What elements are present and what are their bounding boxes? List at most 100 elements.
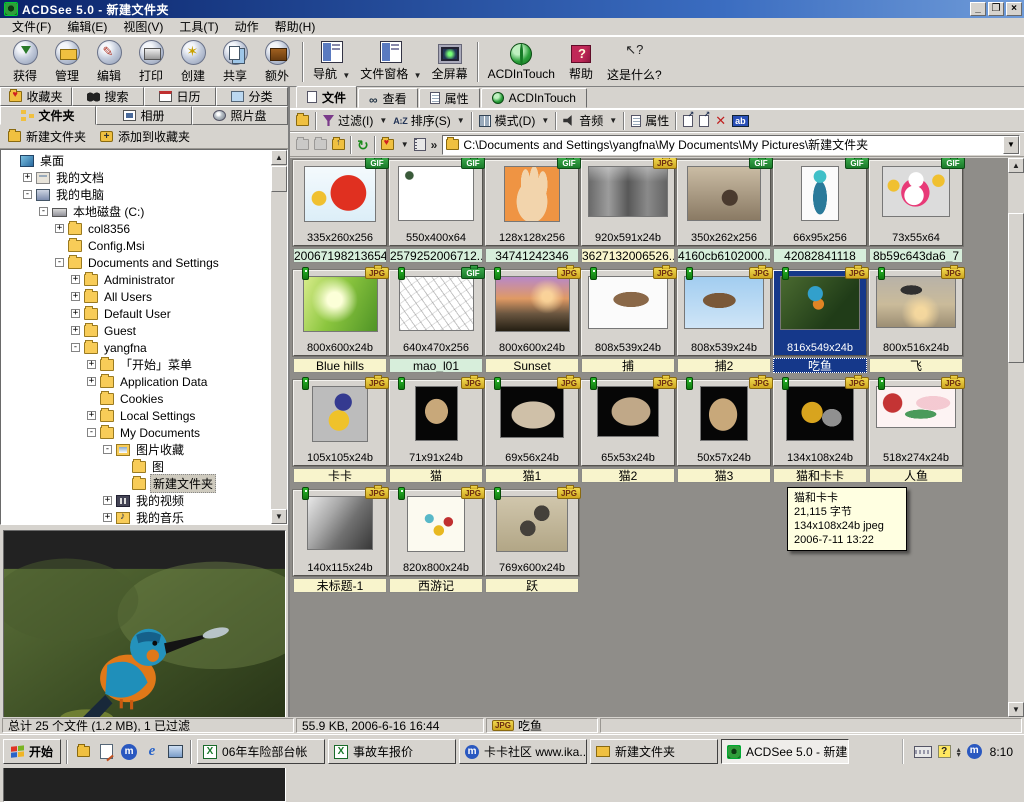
- thumbnail-yue[interactable]: JPG 769x600x24b 跃: [485, 490, 579, 593]
- maxthon-tray-icon[interactable]: m: [967, 744, 982, 759]
- thumbnail-42082841118[interactable]: GIF 66x95x256 42082841118: [773, 160, 867, 263]
- help-tray-icon[interactable]: ?: [938, 745, 951, 758]
- manage-button[interactable]: 管理: [46, 39, 88, 85]
- whats-this-button[interactable]: ↖? 这是什么?: [602, 39, 667, 85]
- thumbnail-image[interactable]: [597, 386, 659, 437]
- tree-scrollbar[interactable]: ▲ ▼: [271, 150, 287, 524]
- share-button[interactable]: 共享: [214, 39, 256, 85]
- thumbnail-image[interactable]: [882, 166, 950, 217]
- tab-search[interactable]: 搜索: [72, 87, 144, 106]
- thumbnail-image[interactable]: [700, 386, 748, 441]
- thumbnail-image[interactable]: [504, 166, 560, 222]
- restore-button[interactable]: ❐: [988, 2, 1004, 16]
- audio-button[interactable]: 音频 ▼: [563, 112, 617, 129]
- scroll-down-icon[interactable]: ▼: [271, 509, 287, 524]
- chevron-down-icon[interactable]: ▼: [414, 71, 422, 80]
- address-bar[interactable]: C:\Documents and Settings\yangfna\My Doc…: [442, 135, 1020, 155]
- tree-item-my-music[interactable]: +我的音乐: [1, 509, 287, 525]
- thumbnail-image[interactable]: [304, 166, 376, 222]
- fullscreen-button[interactable]: 全屏幕: [427, 39, 473, 85]
- thumbnail-image[interactable]: [687, 166, 761, 221]
- thumbnail-blue-hills[interactable]: JPG 800x600x24b Blue hills: [293, 270, 387, 373]
- tree-item-new-folder[interactable]: 新建文件夹: [1, 475, 287, 492]
- thumbnail-4160cb6102000[interactable]: GIF 350x262x256 4160cb6102000...: [677, 160, 771, 263]
- thumbnail-mao[interactable]: JPG 71x91x24b 猫: [389, 380, 483, 483]
- tree-item-local-disk-c[interactable]: -本地磁盘 (C:): [1, 203, 287, 220]
- thumbnail-image[interactable]: [407, 496, 465, 552]
- copy-to-button[interactable]: [683, 115, 693, 127]
- filter-button[interactable]: 过滤(I) ▼: [323, 112, 387, 129]
- thumbnail-mao1[interactable]: JPG 69x56x24b 猫1: [485, 380, 579, 483]
- thumbnail-image[interactable]: [876, 386, 956, 428]
- scroll-down-icon[interactable]: ▼: [1008, 702, 1024, 717]
- scrollbar-thumb[interactable]: [1008, 213, 1024, 363]
- tree-item-my-computer[interactable]: -我的电脑: [1, 186, 287, 203]
- thumbnail-mao3[interactable]: JPG 50x57x24b 猫3: [677, 380, 771, 483]
- thumbnail-untitled-1[interactable]: JPG 140x115x24b 未标题-1: [293, 490, 387, 593]
- rename-button[interactable]: ab: [732, 115, 749, 127]
- tab-view[interactable]: ∞ 查看: [358, 88, 418, 108]
- chevron-down-icon[interactable]: ▼: [401, 140, 409, 149]
- up-button[interactable]: [332, 139, 345, 150]
- thumbnail-2579252006712[interactable]: GIF 550x400x64 2579252006712...: [389, 160, 483, 263]
- overflow-chevron-icon[interactable]: »: [431, 138, 438, 152]
- thumbnail-image[interactable]: [588, 166, 668, 217]
- tree-item-my-documents-cn[interactable]: +我的文档: [1, 169, 287, 186]
- delete-button[interactable]: ✕: [715, 113, 726, 129]
- tree-item-config-msi[interactable]: Config.Msi: [1, 237, 287, 254]
- thumbnail-image[interactable]: [588, 276, 668, 329]
- tree-item-start-menu[interactable]: +「开始」菜单: [1, 356, 287, 373]
- thumbnail-fei[interactable]: JPG 800x516x24b 飞: [869, 270, 963, 373]
- menu-tools[interactable]: 工具(T): [171, 17, 226, 36]
- folder-up-button[interactable]: [296, 115, 309, 126]
- thumbnail-kaka[interactable]: JPG 105x105x24b 卡卡: [293, 380, 387, 483]
- tab-folders[interactable]: 文件夹: [0, 106, 96, 125]
- navigation-pane-button[interactable]: 导航 ▼: [308, 39, 355, 85]
- tree-item-pictures[interactable]: -图片收藏: [1, 441, 287, 458]
- thumbnail-image[interactable]: [399, 276, 474, 331]
- acquire-button[interactable]: 获得: [4, 39, 46, 85]
- thumbnail-image[interactable]: [496, 496, 568, 552]
- tree-item-my-documents[interactable]: -My Documents: [1, 424, 287, 441]
- updown-arrows-icon[interactable]: ▴▾: [957, 747, 961, 757]
- tab-favorites[interactable]: 收藏夹: [0, 87, 72, 106]
- refresh-button[interactable]: ↻: [357, 139, 369, 151]
- edit-button[interactable]: 编辑: [88, 39, 130, 85]
- thumbnail-area[interactable]: GIF 335x260x256 200671982136546 GIF 550x…: [290, 158, 1024, 717]
- close-button[interactable]: ×: [1006, 2, 1022, 16]
- tree-item-tu[interactable]: 图: [1, 458, 287, 475]
- start-button[interactable]: 开始: [3, 739, 61, 764]
- scroll-up-icon[interactable]: ▲: [271, 150, 287, 165]
- thumbnail-renyu[interactable]: JPG 518x274x24b 人鱼: [869, 380, 963, 483]
- minimize-button[interactable]: _: [970, 2, 986, 16]
- tree-item-my-videos[interactable]: +我的视频: [1, 492, 287, 509]
- tab-acdintouch[interactable]: ACDInTouch: [481, 88, 587, 108]
- thumbnail-image[interactable]: [786, 386, 854, 441]
- thumbnail-image[interactable]: [312, 386, 368, 442]
- create-button[interactable]: 创建: [172, 39, 214, 85]
- thumbnail-image[interactable]: [303, 276, 378, 332]
- quicklaunch-ie-icon[interactable]: e: [142, 742, 162, 762]
- tree-item-all-users[interactable]: +All Users: [1, 288, 287, 305]
- file-pane-button[interactable]: 文件窗格 ▼: [355, 39, 426, 85]
- chevron-down-icon[interactable]: ▼: [457, 116, 465, 125]
- thumbnail-mao_l01[interactable]: GIF 640x470x256 mao_l01: [389, 270, 483, 373]
- tab-file[interactable]: 文件: [296, 86, 357, 108]
- task-new-folder[interactable]: 新建文件夹: [590, 739, 718, 764]
- print-button[interactable]: 打印: [130, 39, 172, 85]
- quicklaunch-show-desktop-icon[interactable]: [165, 742, 185, 762]
- move-to-button[interactable]: [699, 115, 709, 127]
- tab-albums[interactable]: 相册: [96, 106, 192, 125]
- forward-button[interactable]: [314, 139, 327, 150]
- thumbnail-34741242346[interactable]: GIF 128x128x256 34741242346: [485, 160, 579, 263]
- thumbnail-chiyu-selected[interactable]: JPG 816x549x24b 吃鱼: [773, 270, 867, 373]
- address-dropdown-button[interactable]: ▼: [1003, 136, 1019, 154]
- tree-item-application-data[interactable]: +Application Data: [1, 373, 287, 390]
- tree-item-desktop[interactable]: 桌面: [1, 152, 287, 169]
- tab-properties[interactable]: 属性: [419, 88, 480, 108]
- sort-button[interactable]: A↕Z 排序(S) ▼: [393, 112, 464, 129]
- favorites-button[interactable]: [381, 139, 394, 150]
- help-button[interactable]: 帮助: [560, 39, 602, 85]
- tree-item-local-settings[interactable]: +Local Settings: [1, 407, 287, 424]
- thumbnail-xiyouji[interactable]: JPG 820x800x24b 西游记: [389, 490, 483, 593]
